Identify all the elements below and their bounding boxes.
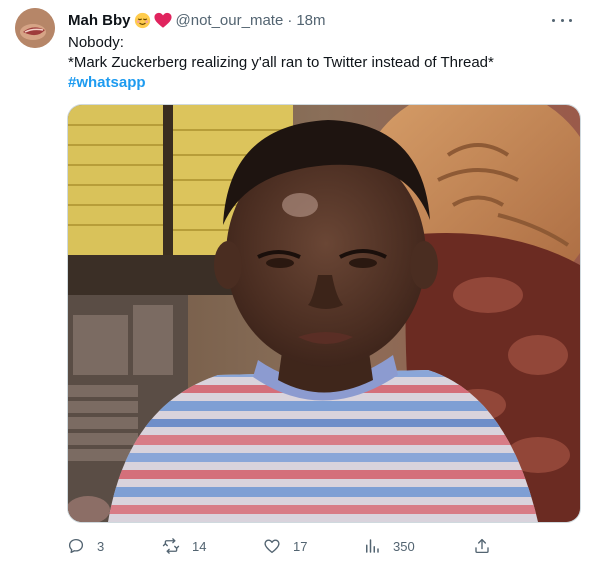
more-options-icon[interactable] xyxy=(552,12,572,28)
tweet-text-line: *Mark Zuckerberg realizing y'all ran to … xyxy=(68,54,494,71)
views-button[interactable]: 350 xyxy=(363,535,415,557)
relieved-face-emoji xyxy=(134,12,151,29)
share-icon xyxy=(473,537,491,555)
retweet-icon xyxy=(162,537,180,555)
author-name[interactable]: Mah Bby xyxy=(68,12,131,29)
tweet-text-line: Nobody: xyxy=(68,34,124,51)
avatar[interactable] xyxy=(15,8,55,48)
retweet-count: 14 xyxy=(192,538,207,554)
reply-icon xyxy=(67,537,85,555)
retweet-button[interactable]: 14 xyxy=(162,535,206,557)
share-button[interactable] xyxy=(473,535,491,557)
timestamp[interactable]: 18m xyxy=(296,12,325,29)
hashtag-link[interactable]: #whatsapp xyxy=(68,74,146,91)
red-heart-emoji xyxy=(153,12,172,29)
author-handle[interactable]: @not_our_mate xyxy=(176,12,284,29)
tweet-media-image[interactable] xyxy=(67,104,581,523)
like-button[interactable]: 17 xyxy=(263,535,307,557)
tweet-card[interactable]: Mah Bby @not_our_mate · 18m Nobody: *Mar… xyxy=(0,0,590,564)
tweet-text: Nobody: *Mark Zuckerberg realizing y'all… xyxy=(68,33,568,93)
tweet-header: Mah Bby @not_our_mate · 18m xyxy=(68,10,326,30)
separator-dot: · xyxy=(287,11,293,29)
like-icon xyxy=(263,537,281,555)
reply-button[interactable]: 3 xyxy=(67,535,104,557)
like-count: 17 xyxy=(293,538,308,554)
tweet-actions-bar: 3 14 17 350 xyxy=(67,535,581,557)
views-icon xyxy=(363,537,381,555)
views-count: 350 xyxy=(393,538,415,554)
reply-count: 3 xyxy=(97,538,105,554)
